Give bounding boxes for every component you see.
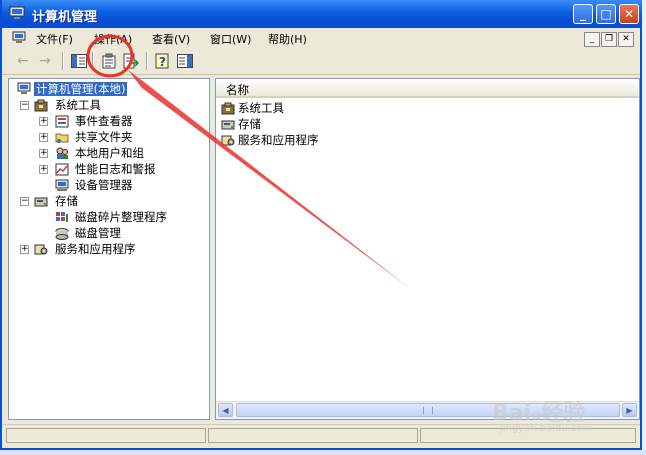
list-item[interactable]: 服务和应用程序	[238, 132, 319, 148]
system-tools-icon	[221, 102, 235, 115]
services-applications-icon	[221, 135, 235, 146]
mdi-close-button[interactable]: ✕	[618, 32, 634, 47]
tree-item-computer-management[interactable]: 计算机管理(本地)	[34, 81, 128, 97]
show-hide-tree-icon[interactable]	[70, 52, 88, 70]
defrag-icon	[56, 212, 68, 222]
title-bar[interactable]: 计算机管理 _ □ ✕	[2, 0, 644, 28]
back-arrow-icon[interactable]: ←	[14, 52, 32, 70]
grip-icon	[423, 407, 433, 414]
users-icon	[56, 147, 68, 159]
watermark: Bai✿经验 jingyan.baidu.com	[492, 395, 624, 445]
storage-icon	[34, 197, 48, 207]
menu-help[interactable]: 帮助(H)	[268, 31, 307, 47]
list-item[interactable]: 存储	[238, 116, 261, 132]
forward-arrow-icon[interactable]: →	[36, 52, 54, 70]
menu-view[interactable]: 查看(V)	[152, 31, 190, 47]
tree-item-storage[interactable]: 存储	[55, 193, 78, 209]
tree-item-system-tools[interactable]: 系统工具	[55, 97, 101, 113]
tree-item-services-applications[interactable]: 服务和应用程序	[55, 241, 136, 257]
tree-item-disk-management[interactable]: 磁盘管理	[75, 225, 121, 241]
tree-label: 计算机管理(本地)	[34, 82, 128, 96]
tree-item-event-viewer[interactable]: 事件查看器	[75, 113, 133, 129]
toolbar: ← → ?	[2, 48, 640, 75]
expand-icon[interactable]: +	[39, 149, 48, 158]
menu-file[interactable]: 文件(F)	[36, 31, 73, 47]
toolbar-separator	[92, 52, 94, 70]
services-applications-icon	[34, 244, 48, 255]
status-cell	[6, 428, 206, 443]
mdi-restore-button[interactable]: ❐	[601, 32, 617, 47]
system-tools-icon	[34, 99, 48, 112]
tree-item-local-users-groups[interactable]: 本地用户和组	[75, 145, 144, 161]
close-button[interactable]: ✕	[619, 4, 639, 24]
desktop-strip	[0, 450, 646, 455]
device-manager-icon	[55, 179, 69, 191]
mdi-minimize-button[interactable]: _	[584, 32, 600, 47]
toolbar-separator	[62, 52, 64, 70]
details-pane[interactable]: 名称 系统工具 存储 服务和应用程序 ◀ ▶	[215, 78, 640, 420]
expand-icon[interactable]: +	[39, 133, 48, 142]
tree-item-disk-defragmenter[interactable]: 磁盘碎片整理程序	[75, 209, 167, 225]
paw-icon: ✿	[531, 409, 542, 423]
event-viewer-icon	[55, 115, 69, 128]
list-item[interactable]: 系统工具	[238, 100, 284, 116]
column-header-label: 名称	[226, 83, 249, 97]
expand-icon[interactable]: +	[20, 245, 29, 254]
expand-icon[interactable]: +	[39, 117, 48, 126]
computer-icon	[9, 6, 25, 19]
desktop-background	[642, 0, 646, 455]
tree-item-shared-folders[interactable]: 共享文件夹	[75, 129, 133, 145]
console-tree[interactable]: 计算机管理(本地) − 系统工具 + 事件查看器 + 共享文件夹 + 本地用户和…	[8, 78, 210, 420]
toolbar-separator	[146, 52, 148, 70]
column-header-name[interactable]: 名称	[216, 79, 639, 98]
tree-item-performance-logs[interactable]: 性能日志和警报	[75, 161, 156, 177]
disk-management-icon	[55, 228, 69, 240]
help-icon[interactable]: ?	[154, 52, 172, 70]
expand-icon[interactable]: +	[39, 165, 48, 174]
menu-action[interactable]: 操作(A)	[94, 31, 132, 47]
maximize-button[interactable]: □	[596, 4, 616, 24]
export-list-icon[interactable]	[122, 52, 140, 70]
watermark-url: jingyan.baidu.com	[500, 423, 593, 434]
computer-icon	[17, 82, 31, 94]
minimize-button[interactable]: _	[573, 4, 593, 24]
computer-icon	[12, 31, 26, 43]
menu-bar: 文件(F) 操作(A) 查看(V) 窗口(W) 帮助(H) _ ❐ ✕	[2, 28, 640, 49]
properties-icon[interactable]	[100, 52, 118, 70]
svg-text:?: ?	[159, 55, 166, 69]
status-cell	[208, 428, 418, 443]
window-title: 计算机管理	[32, 10, 98, 25]
performance-logs-icon	[55, 163, 69, 176]
mdi-controls: _ ❐ ✕	[583, 30, 634, 47]
collapse-icon[interactable]: −	[20, 197, 29, 206]
collapse-icon[interactable]: −	[20, 101, 29, 110]
computer-management-window: 计算机管理 _ □ ✕ 文件(F) 操作(A) 查看(V) 窗口(W) 帮助(H…	[0, 0, 644, 450]
scroll-left-icon[interactable]: ◀	[218, 403, 233, 417]
scroll-right-icon[interactable]: ▶	[622, 403, 637, 417]
storage-icon	[221, 120, 235, 130]
tree-item-device-manager[interactable]: 设备管理器	[75, 177, 133, 193]
show-hide-action-pane-icon[interactable]	[176, 52, 194, 70]
menu-window[interactable]: 窗口(W)	[210, 31, 251, 47]
shared-folder-icon	[55, 133, 69, 143]
